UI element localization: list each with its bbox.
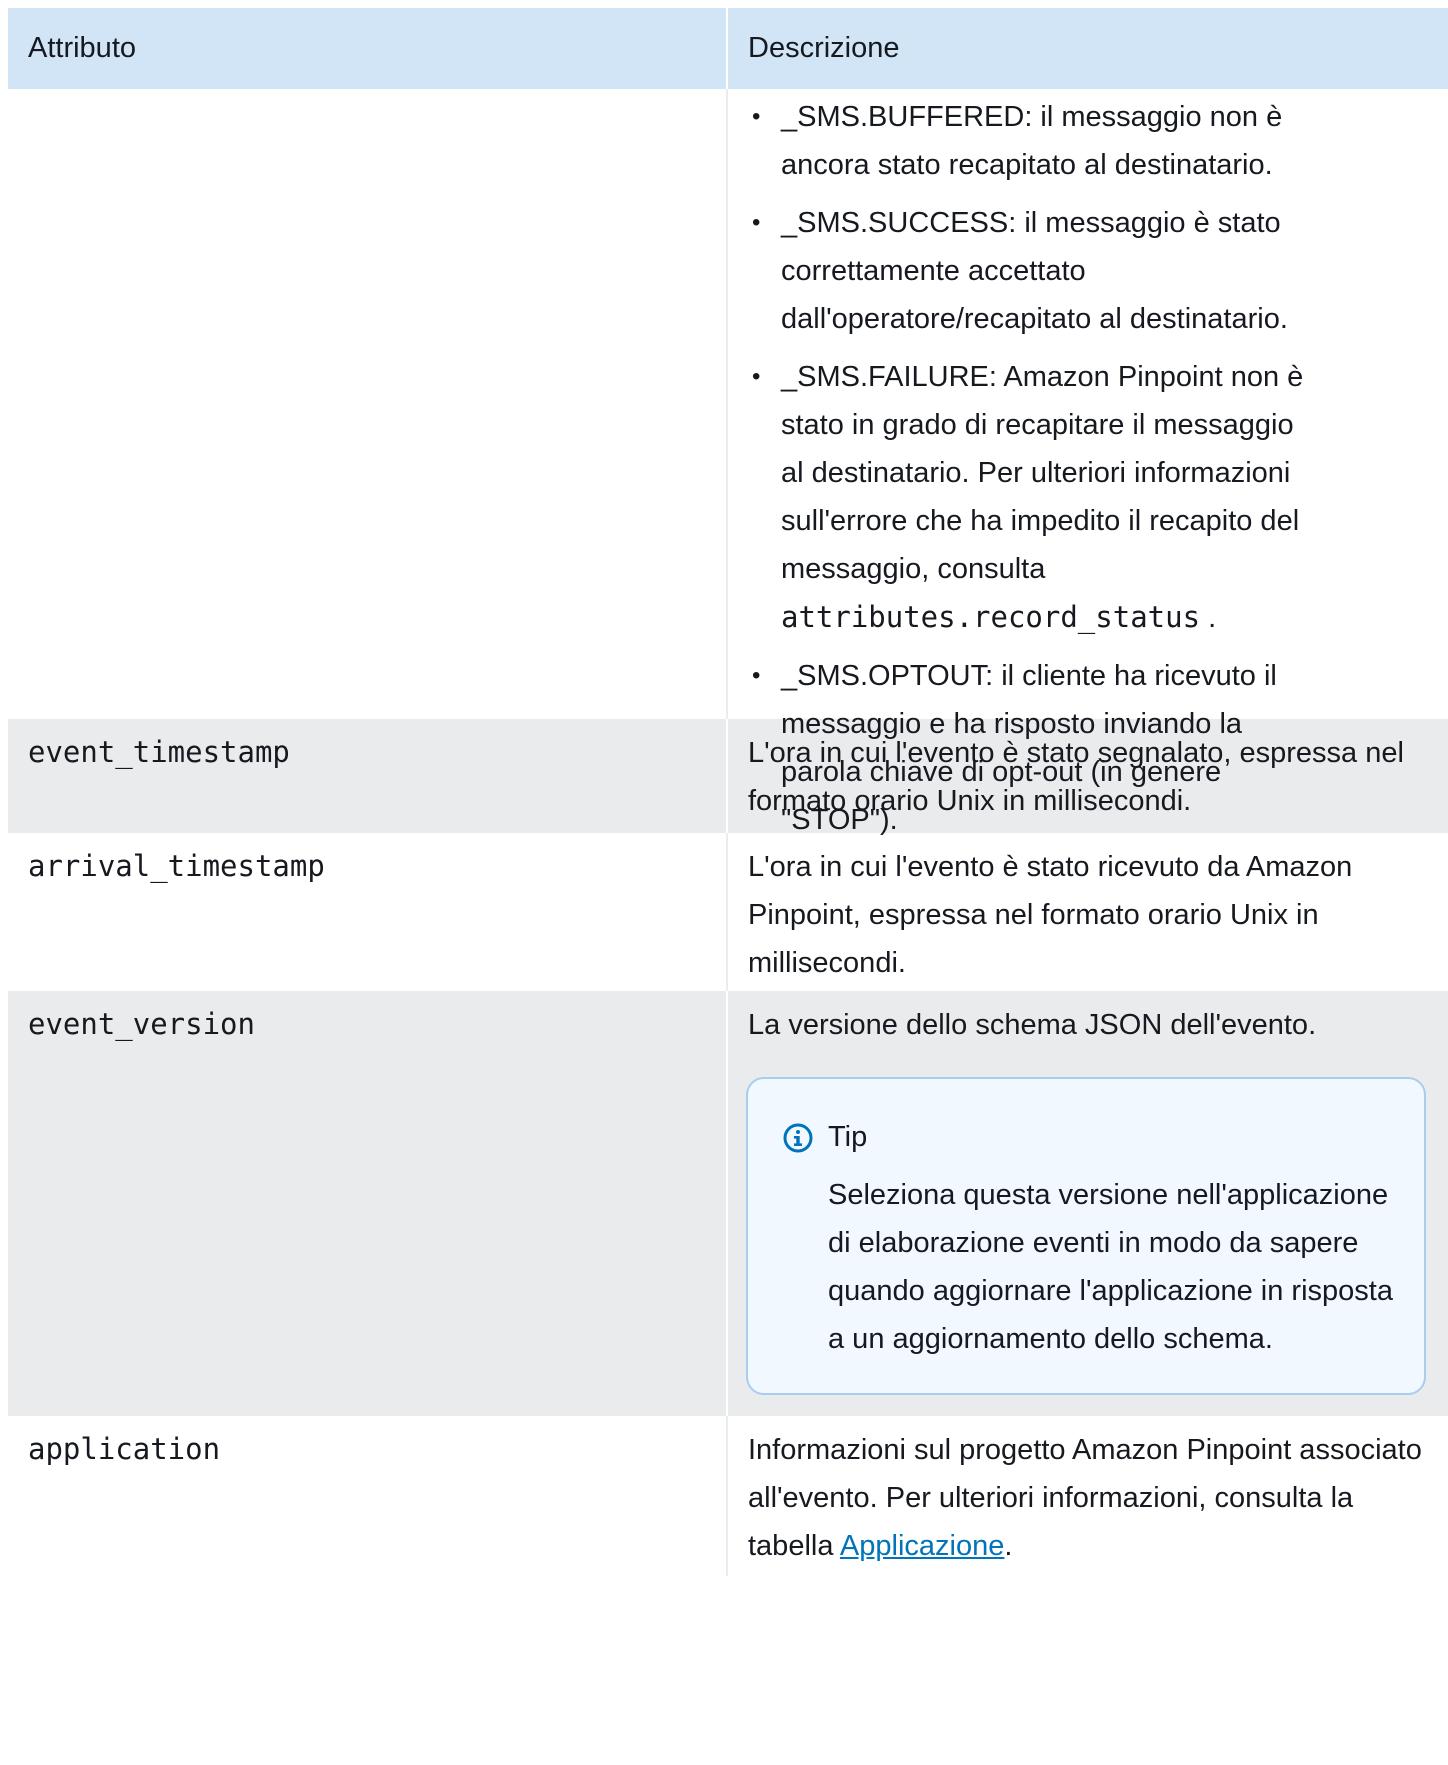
list-item: _SMS.OPTOUT: il cliente ha ricevuto il m… [748, 652, 1326, 844]
attribute-cell: application [8, 1416, 726, 1576]
attribute-name: event_version [28, 1007, 255, 1041]
list-item: _SMS.SUCCESS: il messaggio è stato corre… [748, 199, 1321, 343]
description-cell: La versione dello schema JSON dell'event… [726, 991, 1448, 1416]
table-header: Attributo Descrizione [8, 8, 1448, 89]
attribute-name: application [28, 1432, 221, 1466]
header-description: Descrizione [726, 8, 1448, 89]
description-suffix: . [1004, 1530, 1013, 1562]
table-row: application Informazioni sul progetto Am… [8, 1416, 1448, 1576]
table-row: arrival_timestamp L'ora in cui l'evento … [8, 833, 1448, 991]
description-cell: Informazioni sul progetto Amazon Pinpoin… [726, 1416, 1448, 1576]
attributes-table: Attributo Descrizione _SMS.BUFFERED: il … [8, 8, 1448, 1576]
application-link[interactable]: Applicazione [840, 1530, 1004, 1562]
description-text: La versione dello schema JSON dell'event… [748, 1009, 1317, 1041]
list-item: _SMS.BUFFERED: il messaggio non è ancora… [748, 93, 1301, 189]
status-list: _SMS.BUFFERED: il messaggio non è ancora… [748, 93, 1353, 844]
tip-title: Tip [828, 1121, 868, 1153]
inline-code: attributes.record_status [781, 600, 1201, 634]
table-row: event_version La versione dello schema J… [8, 991, 1448, 1416]
attribute-cell: event_timestamp [8, 719, 726, 833]
list-item: _SMS.FAILURE: Amazon Pinpoint non è stat… [748, 353, 1321, 642]
attribute-name: event_timestamp [28, 735, 290, 769]
description-cell: L'ora in cui l'evento è stato ricevuto d… [726, 833, 1448, 991]
tip-header: Tip [782, 1113, 1394, 1161]
description-cell: _SMS.BUFFERED: il messaggio non è ancora… [726, 89, 1367, 836]
attribute-name: arrival_timestamp [28, 849, 325, 883]
attribute-cell: event_version [8, 991, 726, 1416]
table-row: _SMS.BUFFERED: il messaggio non è ancora… [8, 89, 1448, 836]
header-attribute: Attributo [28, 32, 136, 64]
attribute-cell [8, 89, 726, 719]
attribute-cell: arrival_timestamp [8, 833, 726, 991]
description-text: L'ora in cui l'evento è stato ricevuto d… [748, 851, 1353, 979]
tip-body: Seleziona questa versione nell'applicazi… [828, 1179, 1393, 1355]
info-circle-icon [782, 1121, 814, 1153]
tip-callout: Tip Seleziona questa versione nell'appli… [746, 1077, 1426, 1395]
